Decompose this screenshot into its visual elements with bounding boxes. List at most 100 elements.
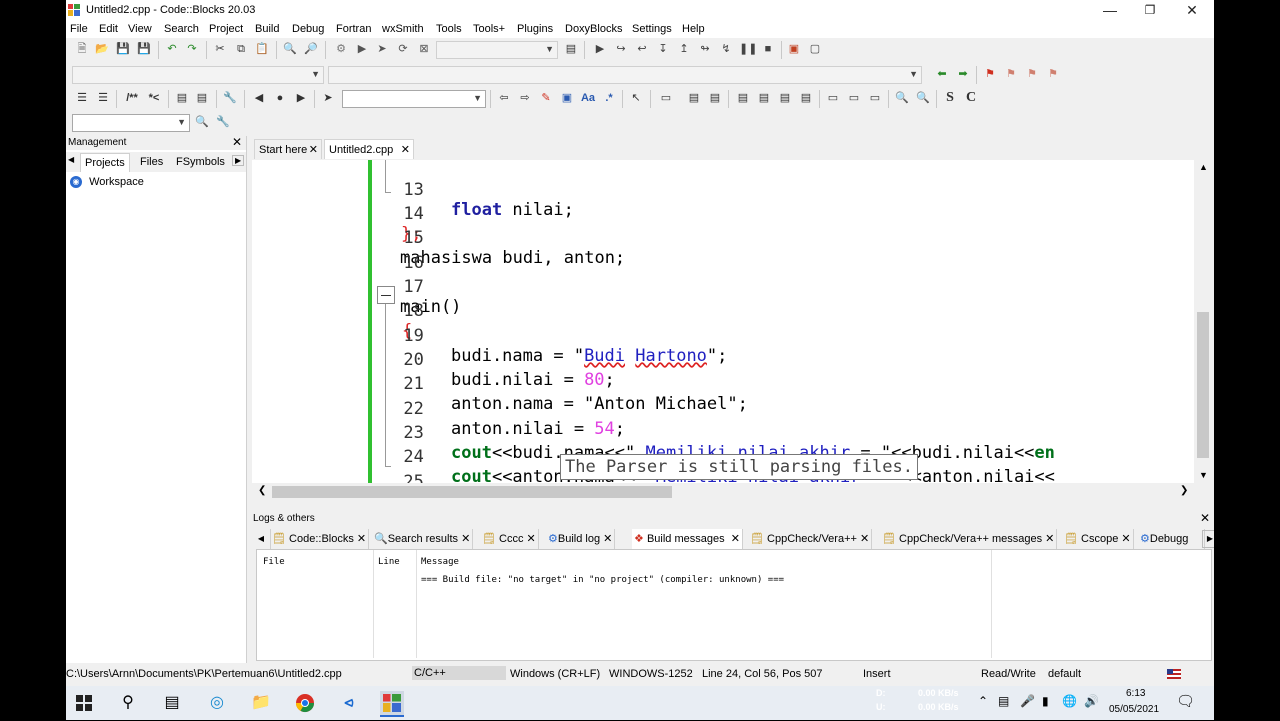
tab-close-icon[interactable]: ✕	[401, 140, 410, 160]
function-select[interactable]: ▼	[328, 66, 922, 84]
task-view-icon[interactable]: ▤	[160, 691, 184, 715]
build-target-select[interactable]: ▼	[436, 41, 558, 59]
shape-a-icon[interactable]: ▤	[686, 90, 702, 106]
column-line[interactable]: Line	[378, 557, 400, 567]
tab-build-log[interactable]: ⚙Build log ✕	[546, 529, 616, 549]
bookmark-clear-icon[interactable]: ⚑	[1045, 66, 1061, 82]
vscroll-thumb[interactable]	[1197, 312, 1209, 458]
search-go-icon[interactable]: 🔍	[194, 114, 210, 130]
tab-codeblocks-log[interactable]: 🗒 Code::Blocks ✕	[270, 529, 370, 549]
chrome-icon[interactable]	[293, 691, 317, 715]
column-message[interactable]: Message	[421, 557, 459, 567]
microphone-icon[interactable]: 🎤	[1020, 694, 1035, 708]
bookmark-toggle-icon[interactable]: ⚑	[982, 66, 998, 82]
network-globe-icon[interactable]: 🌐	[1062, 694, 1077, 708]
next-instruction-icon[interactable]: ↬	[697, 41, 713, 57]
tab-debugger[interactable]: ⚙Debugg	[1138, 529, 1205, 549]
menu-build[interactable]: Build	[255, 23, 279, 35]
rebuild-icon[interactable]: ⟳	[395, 41, 411, 57]
tab-untitled2[interactable]: Untitled2.cpp ✕	[324, 139, 414, 159]
selected-text-icon[interactable]: ▣	[559, 90, 575, 106]
workspace-node[interactable]: ◉ Workspace	[70, 176, 144, 189]
next-change-icon[interactable]: ▶	[293, 90, 309, 106]
incremental-search-input[interactable]: ▼	[342, 90, 486, 108]
new-file-icon[interactable]: 🗎	[74, 41, 90, 57]
menu-settings[interactable]: Settings	[632, 23, 672, 35]
volume-icon[interactable]: 🔊	[1084, 694, 1099, 708]
layout-3-icon[interactable]: ▤	[777, 90, 793, 106]
file-explorer-icon[interactable]: 📁	[249, 691, 273, 715]
debug-info-icon[interactable]: ▢	[807, 41, 823, 57]
doxy-config-icon[interactable]: ▤	[174, 90, 190, 106]
prev-change-icon[interactable]: ◀	[251, 90, 267, 106]
clock-date[interactable]: 05/05/2021	[1109, 704, 1159, 715]
menu-project[interactable]: Project	[209, 23, 243, 35]
tabs-left-icon[interactable]: ◀	[68, 155, 74, 164]
cut-icon[interactable]: ✂	[212, 41, 228, 57]
layout-1-icon[interactable]: ▤	[735, 90, 751, 106]
shape-rect-icon[interactable]: ▭	[658, 90, 674, 106]
step-into-icon[interactable]: ↧	[655, 41, 671, 57]
s-icon[interactable]: S	[942, 90, 958, 106]
logtabs-right-icon[interactable]: ▶	[1202, 530, 1214, 548]
battery-icon[interactable]: ▮	[1042, 694, 1049, 708]
bookmark-prev-icon[interactable]: ⚑	[1003, 66, 1019, 82]
search-target-icon[interactable]: ➤	[320, 90, 336, 106]
menu-tools[interactable]: Tools	[436, 23, 462, 35]
minimize-button[interactable]: —	[1090, 0, 1130, 20]
build-messages-list[interactable]: File Line Message === Build file: "no ta…	[256, 549, 1212, 661]
meet-now-icon[interactable]: ▤	[998, 694, 1009, 708]
undo-icon[interactable]: ↶	[164, 41, 180, 57]
tab-fsymbols[interactable]: FSymbols	[176, 156, 225, 168]
scroll-up-icon[interactable]: ▲	[1199, 162, 1208, 172]
c-icon[interactable]: C	[963, 90, 979, 106]
doxy-icon[interactable]: ☰	[74, 90, 90, 106]
regex-icon[interactable]: .*	[601, 90, 617, 106]
layout-4-icon[interactable]: ▤	[798, 90, 814, 106]
tab-start-here[interactable]: Start here ✕	[254, 139, 322, 159]
search-settings-icon[interactable]: 🔧	[215, 114, 231, 130]
doxy-help-icon[interactable]: ▤	[194, 90, 210, 106]
jump-back-icon[interactable]: ⬅	[934, 66, 950, 82]
box-2-icon[interactable]: ▭	[846, 90, 862, 106]
step-instruction-icon[interactable]: ↯	[718, 41, 734, 57]
show-hidden-icons[interactable]: ⌃	[978, 694, 988, 708]
close-button[interactable]: ✕	[1172, 0, 1212, 20]
edge-icon[interactable]: ◎	[205, 691, 229, 715]
menu-debug[interactable]: Debug	[292, 23, 324, 35]
scope-select[interactable]: ▼	[72, 66, 324, 84]
box-1-icon[interactable]: ▭	[825, 90, 841, 106]
stop-debug-icon[interactable]: ■	[760, 41, 776, 57]
box-3-icon[interactable]: ▭	[867, 90, 883, 106]
codeblocks-taskbar-icon[interactable]	[380, 691, 404, 717]
tabs-right-icon[interactable]: ▶	[232, 155, 245, 166]
menu-file[interactable]: File	[70, 23, 88, 35]
menu-doxyblocks[interactable]: DoxyBlocks	[565, 23, 622, 35]
highlight-icon[interactable]: ✎	[538, 90, 554, 106]
pause-icon[interactable]: ❚❚	[739, 41, 757, 57]
step-out-icon[interactable]: ↥	[676, 41, 692, 57]
scroll-right-icon[interactable]: ❯	[1180, 485, 1188, 496]
paste-icon[interactable]: 📋	[254, 41, 270, 57]
show-target-icon[interactable]: ▤	[563, 41, 579, 57]
scroll-left-icon[interactable]: ❮	[258, 485, 266, 496]
search-icon[interactable]: ⚲	[116, 691, 140, 715]
search-prev-icon[interactable]: ⇦	[496, 90, 512, 106]
notifications-icon[interactable]: 🗨	[1176, 692, 1195, 710]
zoom-out-icon[interactable]: 🔍	[915, 90, 931, 106]
menu-tools-plus[interactable]: Tools+	[473, 23, 505, 35]
menu-plugins[interactable]: Plugins	[517, 23, 553, 35]
build-run-icon[interactable]: ➤	[374, 41, 390, 57]
abort-icon[interactable]: ⊠	[416, 41, 432, 57]
tab-cppcheck[interactable]: 🗒 CppCheck/Vera++ ✕	[748, 529, 873, 549]
doxy-extract-icon[interactable]: ☰	[95, 90, 111, 106]
dot-icon[interactable]: ●	[272, 90, 288, 106]
line-comment-icon[interactable]: *<	[144, 90, 164, 106]
search-next-icon[interactable]: ⇨	[517, 90, 533, 106]
windows-start-icon[interactable]	[72, 691, 96, 715]
bookmark-next-icon[interactable]: ⚑	[1024, 66, 1040, 82]
zoom-in-icon[interactable]: 🔍	[894, 90, 910, 106]
pointer-icon[interactable]: ↖	[628, 90, 644, 106]
menu-edit[interactable]: Edit	[99, 23, 118, 35]
scroll-down-icon[interactable]: ▼	[1199, 470, 1208, 480]
